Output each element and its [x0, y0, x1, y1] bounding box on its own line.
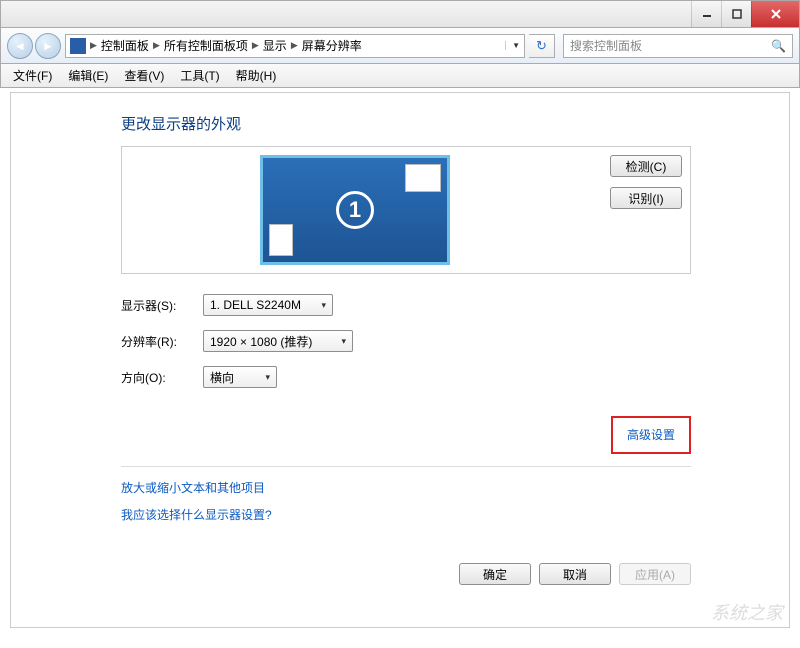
search-input[interactable]: 搜索控制面板 🔍 [563, 34, 793, 58]
menubar: 文件(F) 编辑(E) 查看(V) 工具(T) 帮助(H) [0, 64, 800, 88]
orientation-label: 方向(O): [121, 369, 203, 386]
apply-button: 应用(A) [619, 563, 691, 585]
navbar: ◄ ► ▶ 控制面板 ▶ 所有控制面板项 ▶ 显示 ▶ 屏幕分辨率 ▼ ↻ 搜索… [0, 28, 800, 64]
divider [121, 466, 691, 467]
maximize-button[interactable] [721, 1, 751, 27]
close-button[interactable] [751, 1, 799, 27]
breadcrumb[interactable]: 显示 [263, 37, 287, 54]
breadcrumb[interactable]: 屏幕分辨率 [302, 37, 362, 54]
watermark: 系统之家 [711, 599, 783, 625]
cancel-button[interactable]: 取消 [539, 563, 611, 585]
address-bar[interactable]: ▶ 控制面板 ▶ 所有控制面板项 ▶ 显示 ▶ 屏幕分辨率 ▼ [65, 34, 525, 58]
forward-button[interactable]: ► [35, 33, 61, 59]
detect-button[interactable]: 检测(C) [610, 155, 682, 177]
ok-button[interactable]: 确定 [459, 563, 531, 585]
advanced-highlight: 高级设置 [611, 416, 691, 454]
menu-tools[interactable]: 工具(T) [172, 65, 227, 86]
refresh-button[interactable]: ↻ [529, 34, 555, 58]
display-preview-box: 1 检测(C) 识别(I) [121, 146, 691, 274]
monitor-number: 1 [336, 191, 374, 229]
advanced-settings-link[interactable]: 高级设置 [627, 426, 675, 443]
titlebar [0, 0, 800, 28]
menu-view[interactable]: 查看(V) [116, 65, 172, 86]
display-select[interactable]: 1. DELL S2240M [203, 294, 333, 316]
resolution-select[interactable]: 1920 × 1080 (推荐) [203, 330, 353, 352]
address-dropdown-icon[interactable]: ▼ [505, 41, 520, 50]
breadcrumb[interactable]: 控制面板 [101, 37, 149, 54]
page-title: 更改显示器的外观 [121, 113, 789, 134]
menu-help[interactable]: 帮助(H) [228, 65, 285, 86]
breadcrumb[interactable]: 所有控制面板项 [164, 37, 248, 54]
menu-edit[interactable]: 编辑(E) [60, 65, 116, 86]
mini-window-icon [269, 224, 293, 256]
back-button[interactable]: ◄ [7, 33, 33, 59]
control-panel-icon [70, 38, 86, 54]
resolution-label: 分辨率(R): [121, 333, 203, 350]
menu-file[interactable]: 文件(F) [5, 65, 60, 86]
identify-button[interactable]: 识别(I) [610, 187, 682, 209]
minimize-button[interactable] [691, 1, 721, 27]
search-placeholder: 搜索控制面板 [570, 37, 642, 54]
monitor-preview[interactable]: 1 [260, 155, 450, 265]
orientation-select[interactable]: 横向 [203, 366, 277, 388]
search-icon: 🔍 [771, 39, 786, 53]
content-area: 更改显示器的外观 1 检测(C) 识别(I) 显示器(S): 1. DELL S… [10, 92, 790, 628]
display-label: 显示器(S): [121, 297, 203, 314]
text-size-link[interactable]: 放大或缩小文本和其他项目 [121, 479, 789, 496]
help-link[interactable]: 我应该选择什么显示器设置? [121, 506, 789, 523]
mini-window-icon [405, 164, 441, 192]
